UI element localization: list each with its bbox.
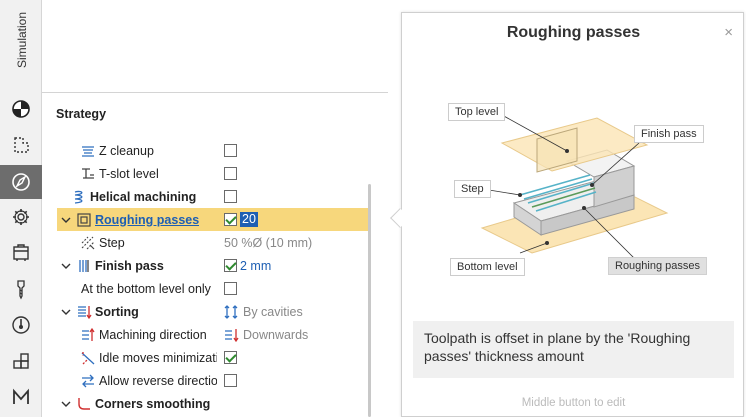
roughing-passes-count-field[interactable]: 20	[240, 212, 258, 227]
finish-pass-checkbox[interactable]	[224, 259, 237, 272]
chevron-down-icon[interactable]	[61, 261, 71, 271]
reverse-direction-icon	[80, 373, 96, 389]
helical-checkbox[interactable]	[224, 190, 237, 203]
param-row-t-slot-level[interactable]: T-slot level	[57, 162, 368, 185]
vertical-toolbar: Simulation	[0, 0, 42, 417]
label-finish-pass: Finish pass	[634, 125, 704, 143]
param-row-z-cleanup[interactable]: Z cleanup	[57, 139, 368, 162]
t-slot-checkbox[interactable]	[224, 167, 237, 180]
machine-icon	[13, 244, 29, 261]
param-value	[224, 374, 237, 387]
param-label: Sorting	[95, 304, 139, 319]
param-value	[224, 167, 237, 180]
t-slot-icon	[80, 166, 96, 182]
step-value[interactable]: 50 %Ø (10 mm)	[224, 236, 312, 250]
label-top-level: Top level	[448, 103, 506, 121]
by-cavities-icon	[224, 304, 238, 319]
panel-scrollbar[interactable]	[368, 184, 371, 417]
param-label: Helical machining	[90, 189, 197, 204]
allow-reverse-checkbox[interactable]	[224, 374, 237, 387]
param-value: By cavities	[224, 305, 303, 319]
z-cleanup-checkbox[interactable]	[224, 144, 237, 157]
param-label: Finish pass	[95, 258, 164, 273]
label-step: Step	[454, 180, 491, 198]
param-value	[224, 282, 237, 295]
sorting-value[interactable]: By cavities	[243, 305, 303, 319]
compass-icon	[12, 173, 30, 191]
param-row-helical-machining[interactable]: Helical machining	[57, 185, 368, 208]
param-value: 20	[224, 212, 258, 227]
param-value	[224, 144, 237, 157]
idle-moves-icon	[80, 350, 96, 366]
param-value	[224, 190, 237, 203]
simulation-tab[interactable]: Simulation	[0, 0, 42, 80]
label-bottom-level: Bottom level	[450, 258, 525, 276]
help-footer: Middle button to edit	[521, 397, 626, 409]
machine-button[interactable]	[0, 236, 42, 270]
machining-direction-value[interactable]: Downwards	[243, 328, 308, 342]
z-cleanup-icon	[80, 143, 96, 159]
dashed-region-icon	[14, 137, 29, 153]
simulation-tab-label: Simulation	[15, 11, 29, 69]
param-row-step[interactable]: Step 50 %Ø (10 mm)	[57, 231, 368, 254]
downwards-icon	[225, 328, 239, 342]
machining-direction-icon	[80, 327, 96, 343]
param-label: Z cleanup	[99, 143, 154, 158]
step-icon	[80, 235, 96, 251]
param-row-machining-direction[interactable]: Machining direction Downwards	[57, 323, 368, 346]
chevron-down-icon[interactable]	[61, 307, 71, 317]
helix-icon	[72, 189, 88, 205]
finish-pass-icon	[76, 258, 92, 274]
help-popup: Roughing passes × Top level Finish pass …	[401, 12, 744, 417]
sorting-icon	[76, 304, 92, 320]
blocks-icon	[13, 353, 29, 369]
param-label: Allow reverse direction	[99, 373, 217, 388]
help-description: Toolpath is offset in plane by the 'Roug…	[413, 321, 734, 378]
param-row-allow-reverse[interactable]: Allow reverse direction	[57, 369, 368, 392]
bottom-level-only-checkbox[interactable]	[224, 282, 237, 295]
param-value: Downwards	[224, 328, 308, 342]
corner-smoothing-icon	[76, 396, 92, 412]
section-title: Strategy	[56, 107, 107, 121]
param-value: 2 mm	[224, 259, 271, 273]
help-title: Roughing passes	[506, 24, 641, 41]
param-label: At the bottom level only	[81, 281, 211, 296]
param-row-bottom-level-only[interactable]: At the bottom level only	[57, 277, 368, 300]
close-icon[interactable]: ×	[724, 24, 733, 41]
gear-icon	[13, 209, 29, 225]
compass-button[interactable]	[0, 165, 42, 199]
dashed-region-button[interactable]	[0, 128, 42, 162]
tool-button[interactable]	[0, 272, 42, 306]
param-row-sorting[interactable]: Sorting By cavities	[57, 300, 368, 323]
param-row-roughing-passes[interactable]: Roughing passes 20	[57, 208, 368, 231]
chevron-down-icon[interactable]	[61, 215, 71, 225]
param-label: T-slot level	[99, 166, 159, 181]
param-row-corners-smoothing[interactable]: Corners smoothing	[57, 392, 368, 415]
macro-button[interactable]	[0, 380, 42, 414]
panel-divider	[42, 92, 388, 93]
roughing-passes-diagram: Top level Finish pass Step Bottom level …	[402, 73, 745, 313]
pie-chart-icon	[12, 100, 30, 118]
settings-button[interactable]	[0, 200, 42, 234]
finish-pass-value[interactable]: 2 mm	[240, 259, 271, 273]
macro-m-icon	[13, 388, 29, 404]
param-label: Machining direction	[99, 327, 207, 342]
param-label: Idle moves minimization	[99, 350, 217, 365]
idle-moves-checkbox[interactable]	[224, 351, 237, 364]
pie-chart-button[interactable]	[0, 92, 42, 126]
label-roughing-passes: Roughing passes	[608, 257, 708, 275]
param-label: Step	[99, 235, 125, 250]
param-label: Corners smoothing	[95, 396, 211, 411]
tool-icon	[17, 280, 25, 300]
target-icon	[12, 316, 30, 334]
target-button[interactable]	[0, 308, 42, 342]
chevron-down-icon[interactable]	[61, 399, 71, 409]
roughing-passes-icon	[76, 212, 92, 228]
param-label[interactable]: Roughing passes	[95, 213, 199, 227]
param-row-idle-moves[interactable]: Idle moves minimization	[57, 346, 368, 369]
blocks-button[interactable]	[0, 344, 42, 378]
param-value	[224, 351, 237, 364]
roughing-passes-checkbox[interactable]	[224, 213, 237, 226]
param-row-finish-pass[interactable]: Finish pass 2 mm	[57, 254, 368, 277]
